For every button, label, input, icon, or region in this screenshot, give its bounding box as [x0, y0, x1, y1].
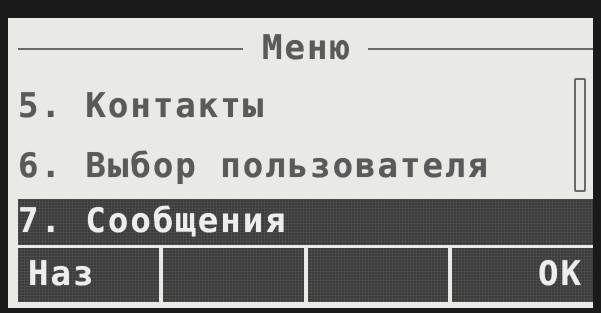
- softkey-2[interactable]: [162, 248, 304, 302]
- menu-item-messages-selected[interactable]: 7. Сообщения: [18, 199, 593, 245]
- softkey-ok[interactable]: ОК: [452, 248, 593, 302]
- title-divider-left: [18, 48, 243, 50]
- title-divider-right: [368, 48, 593, 50]
- menu-header: Меню: [8, 18, 593, 74]
- page-title: Меню: [262, 28, 352, 68]
- scrollbar[interactable]: [574, 78, 586, 192]
- softkey-bar: Наз ОК: [18, 248, 593, 302]
- softkey-3[interactable]: [307, 248, 449, 302]
- menu-item-contacts[interactable]: 5. Контакты: [18, 82, 265, 130]
- softkey-ok-label: ОК: [538, 254, 583, 294]
- lcd-screen: Меню 5. Контакты 6. Выбор пользователя 7…: [8, 18, 593, 308]
- softkey-back[interactable]: Наз: [18, 248, 159, 302]
- device-bezel: Меню 5. Контакты 6. Выбор пользователя 7…: [0, 0, 601, 313]
- menu-item-select-user[interactable]: 6. Выбор пользователя: [18, 142, 490, 190]
- softkey-back-label: Наз: [28, 254, 96, 294]
- menu-item-messages-label: 7. Сообщения: [18, 201, 288, 241]
